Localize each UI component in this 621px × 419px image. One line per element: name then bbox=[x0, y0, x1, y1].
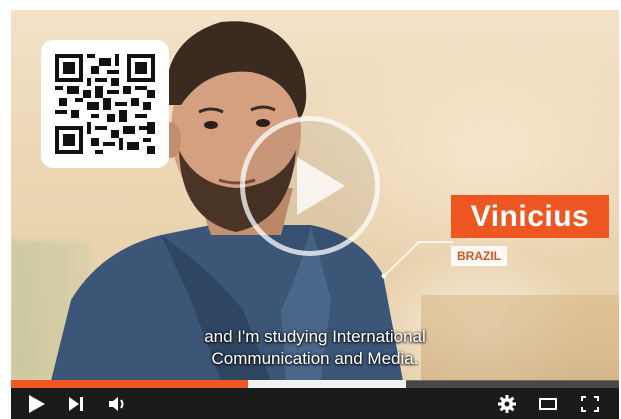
play-button[interactable] bbox=[21, 388, 53, 419]
subtitle-line-2: Communication and Media. bbox=[211, 349, 419, 368]
qr-code[interactable] bbox=[41, 40, 169, 168]
skip-next-icon bbox=[69, 396, 83, 411]
volume-button[interactable] bbox=[103, 388, 133, 419]
gear-icon bbox=[498, 394, 516, 413]
fullscreen-icon bbox=[581, 395, 599, 412]
speaker-name: Vinicius bbox=[451, 195, 609, 238]
volume-icon bbox=[109, 396, 124, 411]
video-player[interactable]: Vinicius BRAZIL and I'm studying Interna… bbox=[11, 10, 619, 419]
fullscreen-button[interactable] bbox=[574, 388, 606, 419]
speaker-country: BRAZIL bbox=[451, 246, 507, 266]
control-bar bbox=[11, 388, 619, 419]
progress-played bbox=[11, 380, 248, 388]
subtitle-line-1: and I'm studying International bbox=[204, 327, 426, 346]
subtitles: and I'm studying International Communica… bbox=[11, 326, 619, 370]
progress-bar[interactable] bbox=[11, 380, 619, 388]
theater-mode-icon bbox=[539, 397, 557, 410]
settings-button[interactable] bbox=[492, 388, 522, 419]
theater-mode-button[interactable] bbox=[533, 388, 563, 419]
name-leader-line bbox=[381, 241, 453, 279]
big-play-button[interactable] bbox=[240, 116, 380, 256]
next-button[interactable] bbox=[61, 388, 91, 419]
qr-code-icon bbox=[55, 54, 155, 154]
play-icon bbox=[29, 394, 45, 413]
play-icon bbox=[297, 157, 345, 215]
video-frame[interactable]: Vinicius BRAZIL and I'm studying Interna… bbox=[11, 10, 619, 381]
